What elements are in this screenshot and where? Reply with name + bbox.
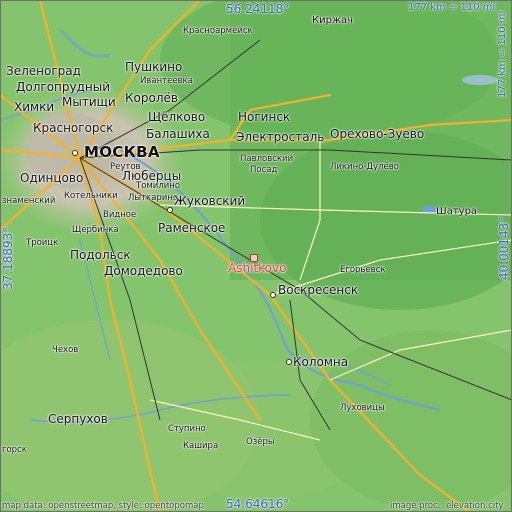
- scale-horizontal: 177 km = 110 mi: [408, 2, 496, 13]
- place-label-orekhovo: Орехово-Зуево: [330, 127, 425, 141]
- coord-top: 56.24118°: [226, 2, 290, 16]
- map-credit-right: image proc.: elevation.city: [390, 501, 504, 511]
- place-label-ozery: Озёры: [246, 437, 275, 447]
- place-label-balashikha: Балашиха: [146, 127, 210, 141]
- place-label-egorevsk: Егорьевск: [340, 265, 386, 275]
- place-label-krasnoarmeysk: Красноармейск: [183, 26, 253, 36]
- place-label-zhukovsky: Жуковский: [174, 194, 246, 208]
- place-label-serpukhov: Серпухов: [48, 412, 108, 426]
- town-dot-voskresensk: [270, 292, 276, 298]
- place-label-odintsovo: Одинцово: [20, 171, 84, 185]
- place-label-shatura: Шатура: [436, 206, 478, 217]
- highlight-place-label: Ashitkovo: [228, 261, 287, 275]
- place-label-gorsk: горск: [2, 445, 27, 455]
- place-label-khimki: Химки: [14, 100, 55, 114]
- town-dot-moskva: [72, 150, 78, 156]
- place-label-lukhovitsy: Луховицы: [340, 403, 385, 413]
- place-label-zelenograd: Зеленоград: [6, 64, 81, 78]
- place-label-pavlovsky: Павловский: [240, 154, 294, 164]
- place-label-shcherbinka: Щербинка: [72, 225, 119, 235]
- scale-vertical: 177 km = 110 mi: [497, 10, 508, 98]
- coord-bottom: 54.64616°: [226, 497, 290, 511]
- place-label-tomilino: Томилино: [136, 181, 181, 191]
- coord-left: 37.18893°: [1, 226, 15, 290]
- place-label-shchelkovo: Щёлково: [148, 110, 206, 124]
- place-label-ramenskoe: Раменское: [158, 221, 226, 235]
- place-label-podolsk: Подольск: [70, 248, 131, 262]
- place-label-dolgoprudny: Долгопрудный: [16, 80, 111, 94]
- town-dot-kolomna: [286, 359, 292, 365]
- place-label-pushkino: Пушкино: [125, 60, 183, 74]
- map-credit-left: map data: openstreetmap, style: opentopo…: [2, 501, 204, 511]
- place-label-kashira: Кашира: [183, 441, 219, 451]
- map-canvas[interactable]: Киржач Красноармейск Пушкино Ивантеевка …: [0, 0, 512, 512]
- place-label-korolev: Королёв: [125, 91, 178, 105]
- place-label-chekhov: Чехов: [52, 345, 79, 355]
- place-label-likino: Ликино-Дулёво: [330, 162, 399, 172]
- town-dot-zhukovsky: [167, 207, 173, 213]
- place-label-voskresensk: Воскресенск: [278, 283, 359, 297]
- place-label-lytkarino: Лыткарино: [128, 193, 179, 203]
- place-label-znamensky: знаменский: [2, 196, 56, 206]
- place-label-krasnogorsk: Красногорск: [33, 121, 114, 135]
- place-label-kotelniki: Котельники: [64, 191, 118, 201]
- place-label-noginsk: Ногинск: [238, 110, 291, 124]
- place-label-kolomna: Коломна: [293, 355, 349, 369]
- place-label-moskva: МОСКВА: [84, 143, 160, 161]
- place-label-domodedovo: Домодедово: [104, 264, 183, 278]
- place-label-ivanteevka: Ивантеевка: [140, 76, 193, 86]
- place-label-elektrostal: Электросталь: [236, 130, 325, 144]
- place-label-troitsk: Троицк: [26, 238, 59, 248]
- coord-right: 40.00143°: [497, 216, 511, 280]
- place-label-vidnoe: Видное: [103, 210, 137, 220]
- place-label-kirzhach: Киржач: [312, 15, 353, 26]
- place-label-mytishchi: Мытищи: [62, 95, 116, 109]
- place-label-posad: Посад: [250, 165, 278, 175]
- place-label-stupino: Ступино: [168, 424, 206, 434]
